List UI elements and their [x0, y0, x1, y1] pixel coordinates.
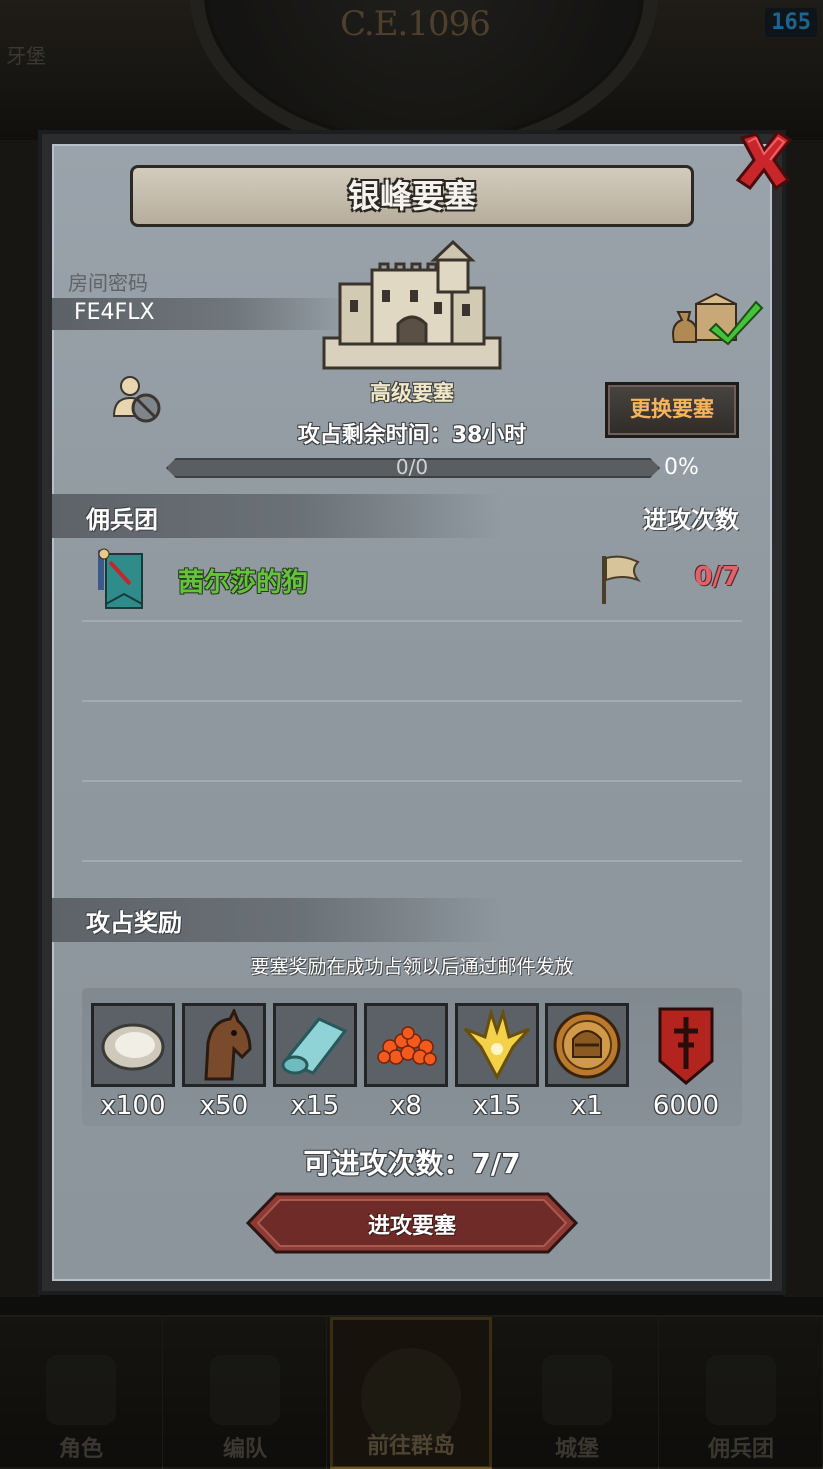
oyster-icon: [101, 1023, 165, 1071]
reward-item[interactable]: x15: [273, 1003, 357, 1123]
reward-slot: [91, 1003, 175, 1087]
progress-percent: 0%: [664, 455, 699, 480]
guild-row[interactable]: 茜尔莎的狗 0/7: [82, 540, 742, 622]
reward-slot: [182, 1003, 266, 1087]
flag-icon: [602, 555, 642, 604]
dialog-title-plate: 银峰要塞: [130, 165, 694, 227]
empty-row-divider: [82, 860, 742, 862]
remaining-time: 攻占剩余时间：38小时: [297, 423, 527, 448]
room-code-value[interactable]: FE4FLX: [74, 300, 155, 325]
reward-quantity: x15: [472, 1091, 522, 1121]
reward-item[interactable]: x1: [545, 1003, 629, 1123]
reward-quantity: x1: [571, 1091, 603, 1121]
roe-icon: [377, 1026, 437, 1066]
helmet-medal-icon: [553, 1011, 621, 1079]
reward-quantity: x100: [100, 1091, 166, 1121]
reward-slot: [545, 1003, 629, 1087]
reward-item[interactable]: 6000: [644, 1003, 728, 1123]
reward-note: 要塞奖励在成功占领以后通过邮件发放: [250, 956, 574, 978]
room-code-label: 房间密码: [68, 271, 148, 295]
horse-icon: [204, 1009, 252, 1081]
empty-row-divider: [82, 780, 742, 782]
reward-item[interactable]: x50: [182, 1003, 266, 1123]
empty-row-divider: [82, 700, 742, 702]
attacks-header: 进攻次数: [643, 506, 739, 534]
fortress-castle-icon: [322, 240, 502, 370]
attack-fortress-label: 进攻要塞: [367, 1214, 456, 1239]
guild-attack-count: 0/7: [694, 562, 740, 592]
reward-header: 攻占奖励: [86, 909, 182, 937]
reward-slot: [364, 1003, 448, 1087]
change-fortress-label: 更换要塞: [630, 397, 714, 421]
privacy-icon[interactable]: [110, 372, 164, 426]
reward-quantity: x15: [290, 1091, 340, 1121]
fortress-level: 高级要塞: [370, 381, 454, 405]
progress-count: 0/0: [395, 455, 429, 479]
supply-check-icon[interactable]: [668, 290, 764, 346]
guild-name: 茜尔莎的狗: [178, 568, 309, 598]
reward-slot: [273, 1003, 357, 1087]
attack-fortress-button[interactable]: 进攻要塞: [246, 1192, 578, 1254]
guild-banner-icon: [98, 548, 143, 609]
available-attacks: 可进攻次数：7/7: [303, 1147, 521, 1180]
guild-banner-icon: [658, 1007, 714, 1085]
reward-quantity: x50: [199, 1091, 249, 1121]
reward-quantity: x8: [390, 1091, 422, 1121]
dialog-title: 银峰要塞: [347, 177, 476, 215]
reward-slot: [455, 1003, 539, 1087]
close-icon[interactable]: [734, 128, 794, 192]
change-fortress-button[interactable]: 更换要塞: [605, 382, 739, 438]
cloth-icon: [281, 1017, 348, 1075]
reward-item[interactable]: x8: [364, 1003, 448, 1123]
gold-crest-icon: [463, 1009, 531, 1081]
reward-item[interactable]: x100: [91, 1003, 175, 1123]
reward-quantity: 6000: [652, 1091, 720, 1121]
reward-item[interactable]: x15: [455, 1003, 539, 1123]
mercenary-header: 佣兵团: [86, 506, 158, 534]
